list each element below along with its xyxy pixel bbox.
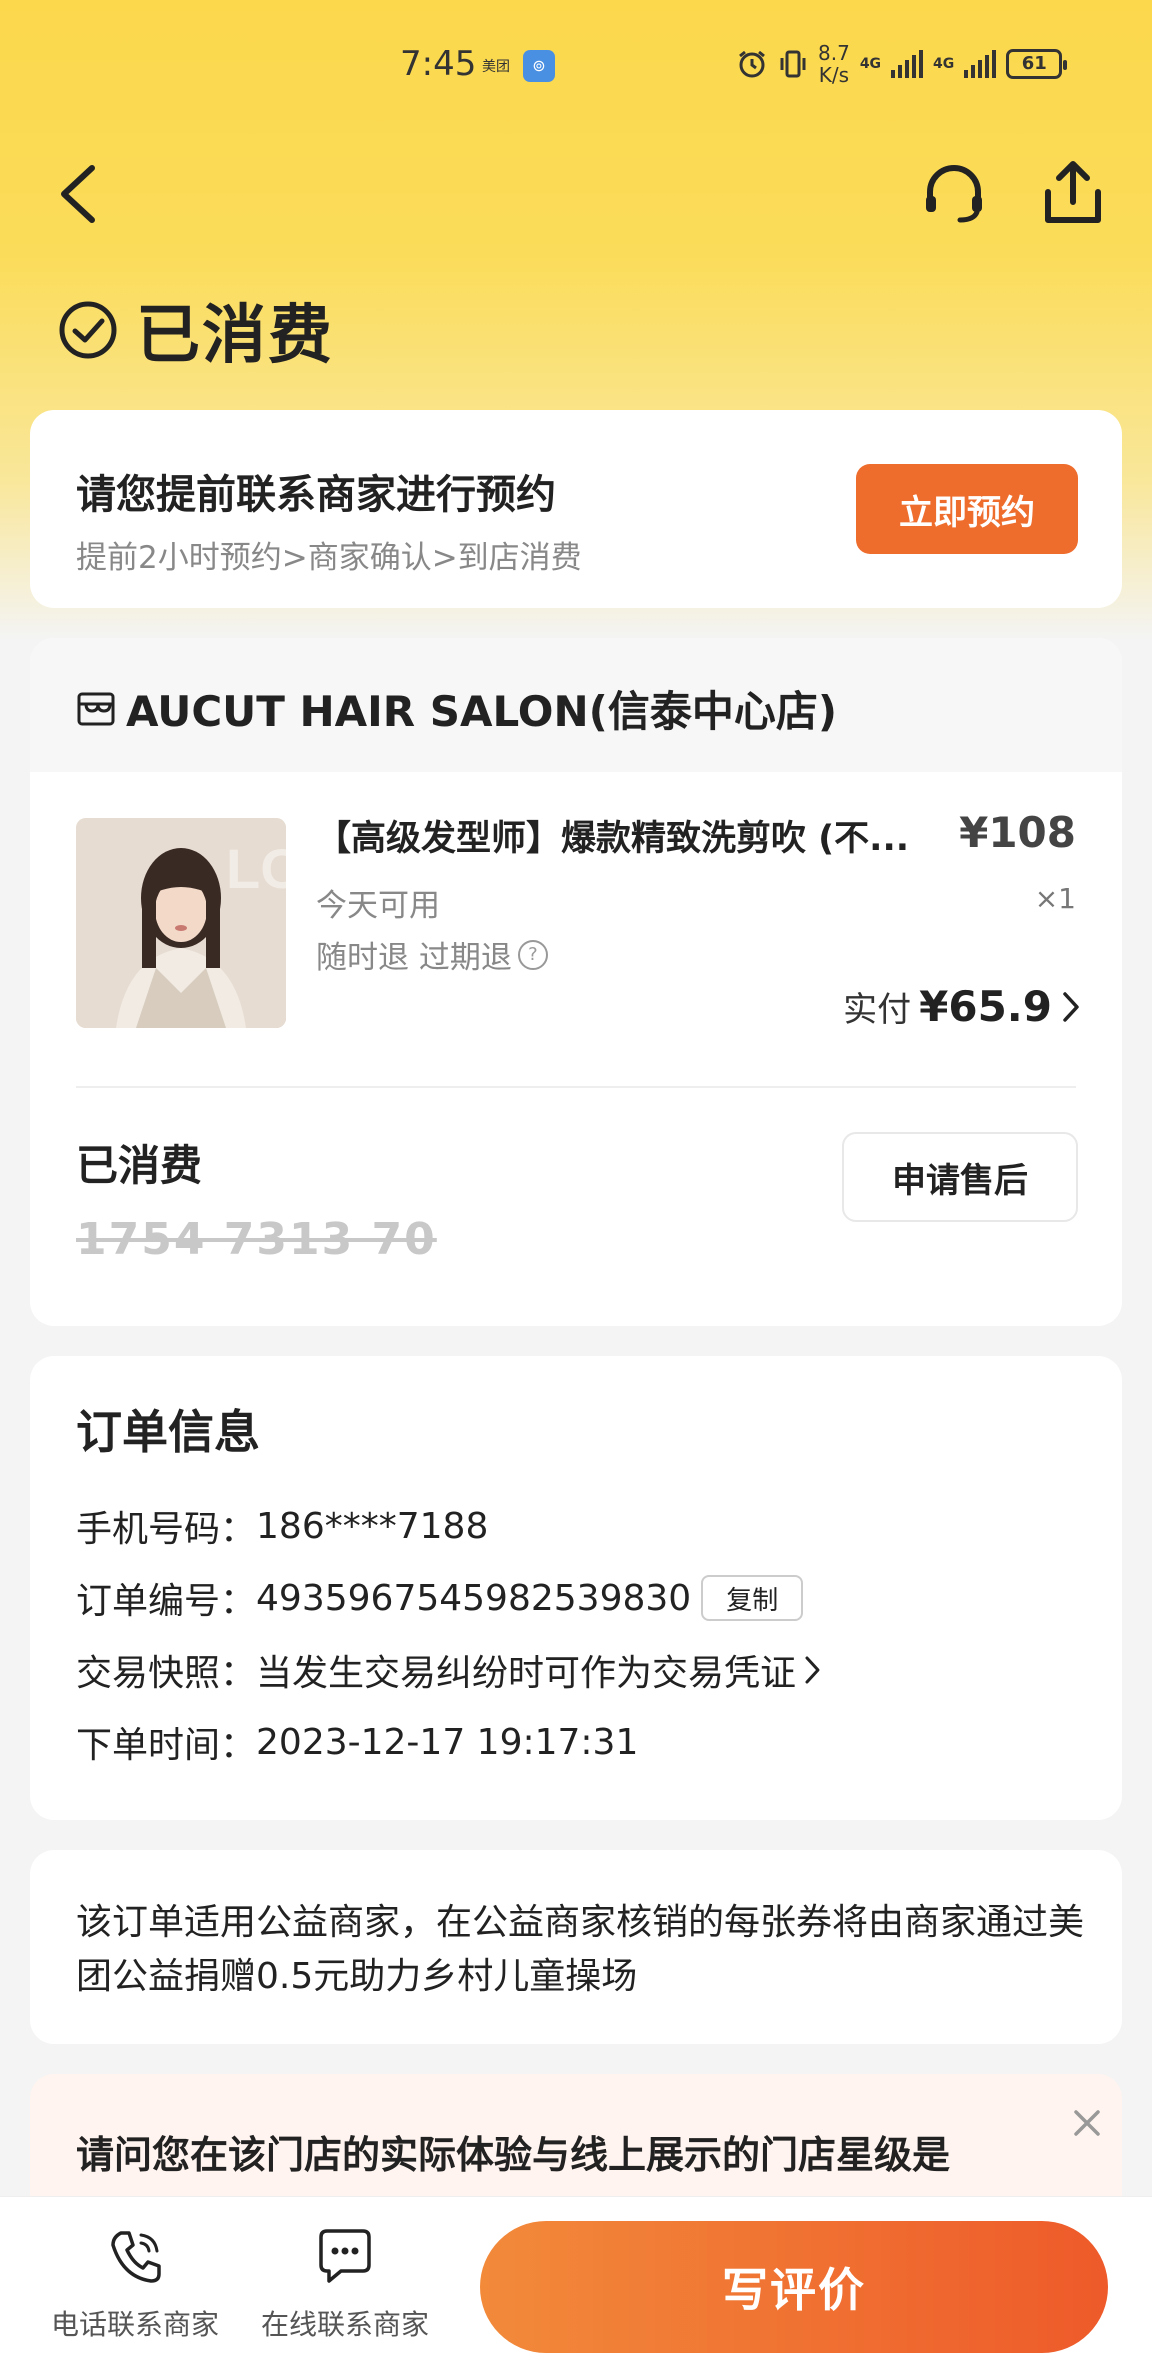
phone-row: 手机号码： 186****7188 [76, 1500, 488, 1552]
booking-title: 请您提前联系商家进行预约 [76, 472, 556, 518]
signal-icon-2 [964, 50, 997, 78]
refund-policy[interactable]: 随时退 过期退 ? [316, 932, 548, 977]
availability-text: 今天可用 [316, 888, 440, 924]
phone-contact-button[interactable]: 电话联系商家 [40, 2225, 230, 2343]
copy-button[interactable]: 复制 [701, 1575, 804, 1621]
status-bar: 7:45 美团 ⊚ 8.7 K/s 4G 4G 61 [0, 0, 1152, 130]
quantity: ×1 [1034, 882, 1076, 915]
charity-text: 该订单适用公益商家，在公益商家核销的每张券将由商家通过美团公益捐赠0.5元助力乡… [76, 1902, 1085, 1997]
order-time-label: 下单时间： [76, 1725, 257, 1766]
paid-amount-row[interactable]: 实付 ¥65.9 [843, 982, 1082, 1031]
network-type-1: 4G [859, 56, 882, 72]
paid-label: 实付 [843, 990, 912, 1030]
shop-name: AUCUT HAIR SALON(信泰中心店) [126, 687, 838, 736]
customer-service-button[interactable] [920, 158, 988, 228]
snapshot-text: 当发生交易纠纷时可作为交易凭证 [256, 1653, 797, 1694]
alarm-icon [739, 50, 765, 78]
snapshot-label: 交易快照： [76, 1653, 257, 1694]
online-contact-button[interactable]: 在线联系商家 [250, 2225, 440, 2343]
signal-icon-1 [891, 50, 924, 78]
phone-value: 186****7188 [256, 1505, 489, 1547]
bottom-action-bar: 电话联系商家 在线联系商家 写评价 [0, 2196, 1152, 2376]
vibrate-icon [780, 50, 806, 78]
product-photo: LO [76, 818, 286, 1028]
booking-steps: 提前2小时预约>商家确认>到店消费 [76, 540, 582, 576]
order-info-card: 订单信息 手机号码： 186****7188 订单编号： 49359675459… [30, 1356, 1122, 1820]
shop-row: AUCUT HAIR SALON(信泰中心店) [76, 678, 837, 739]
voucher-code: 1754 7313 70 [76, 1214, 437, 1265]
online-contact-label: 在线联系商家 [260, 2308, 429, 2341]
voucher-status: 已消费 [76, 1141, 203, 1190]
headset-icon [926, 165, 982, 223]
shop-icon [77, 692, 115, 725]
chevron-right-icon [805, 1656, 820, 1684]
order-number-row: 订单编号： 4935967545982539830 复制 [76, 1572, 804, 1624]
order-number-label: 订单编号： [76, 1581, 257, 1622]
order-status-heading: 已消费 [58, 284, 334, 376]
svg-text:LO: LO [226, 837, 286, 900]
status-time: 7:45 [400, 44, 477, 84]
divider [76, 1086, 1076, 1088]
check-circle-icon [59, 301, 117, 359]
meituan-notification-icon: 美团 [482, 59, 510, 75]
product-price: ¥108 [959, 808, 1076, 857]
order-card: AUCUT HAIR SALON(信泰中心店) LO 【高级发型师】爆款精致洗剪… [30, 638, 1122, 1326]
charity-card: 该订单适用公益商家，在公益商家核销的每张券将由商家通过美团公益捐赠0.5元助力乡… [30, 1850, 1122, 2044]
share-icon [1045, 161, 1101, 223]
phone-contact-label: 电话联系商家 [50, 2308, 219, 2341]
close-icon [1074, 2110, 1100, 2136]
page-title: 已消费 [136, 299, 334, 373]
paid-amount: ¥65.9 [919, 982, 1052, 1031]
share-button[interactable] [1040, 158, 1106, 228]
chevron-right-icon [1063, 991, 1079, 1022]
product-image[interactable]: LO [76, 818, 286, 1028]
order-info-title: 订单信息 [76, 1405, 260, 1459]
phone-icon [111, 2231, 161, 2283]
phone-label: 手机号码： [76, 1509, 257, 1550]
order-time-row: 下单时间： 2023-12-17 19:17:31 [76, 1716, 638, 1768]
refund-policy-text: 随时退 过期退 [316, 940, 512, 976]
shop-header[interactable]: AUCUT HAIR SALON(信泰中心店) [30, 638, 1122, 772]
chevron-left-icon [61, 165, 95, 223]
write-review-button[interactable]: 写评价 [480, 2221, 1108, 2353]
survey-question: 请问您在该门店的实际体验与线上展示的门店星级是 [76, 2133, 951, 2177]
chat-icon [319, 2229, 371, 2283]
survey-close-button[interactable] [1064, 2100, 1110, 2146]
question-circle-icon: ? [517, 939, 548, 970]
booking-card: 请您提前联系商家进行预约 提前2小时预约>商家确认>到店消费 立即预约 [30, 410, 1122, 608]
product-title[interactable]: 【高级发型师】爆款精致洗剪吹 (不... [316, 810, 936, 861]
back-button[interactable] [52, 158, 112, 228]
snapshot-row[interactable]: 交易快照： 当发生交易纠纷时可作为交易凭证 [76, 1644, 824, 1696]
net-speed-unit: K/s [818, 63, 850, 87]
book-now-button[interactable]: 立即预约 [856, 464, 1078, 554]
order-number-value: 4935967545982539830 [256, 1577, 692, 1619]
network-speed: 8.7 K/s [818, 42, 850, 86]
app-notification-icon: ⊚ [523, 50, 555, 82]
order-time-value: 2023-12-17 19:17:31 [256, 1721, 639, 1763]
status-indicators: 8.7 K/s 4G 4G 61 [736, 42, 1068, 86]
network-type-2: 4G [933, 56, 955, 72]
after-sale-button[interactable]: 申请售后 [842, 1132, 1078, 1222]
net-speed-value: 8.7 [818, 41, 850, 65]
battery-icon: 61 [1006, 49, 1068, 79]
